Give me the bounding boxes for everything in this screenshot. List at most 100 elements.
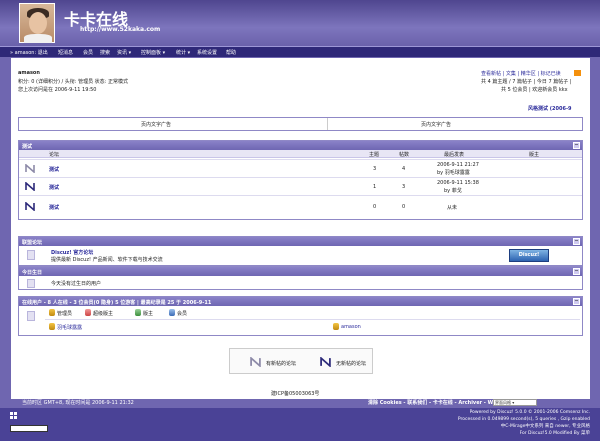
stat-badge[interactable] [10,425,48,432]
alliance-link-desc: 提供最新 Discuz! 产品新闻、软件下载与技术交流 [51,257,163,263]
member-stats: 共 5 位会员 | 欢迎新会员 kkx [501,87,568,93]
forum-name[interactable]: 测试 [49,166,59,173]
quick-links[interactable]: 查看新帖 | 文集 | 精华区 | 标记已读 [481,70,561,77]
forum-section: 测试 − 论坛 主题 帖数 最后发表 版主 测试 3 4 2006-9-11 2… [18,140,583,220]
moderator-icon [135,309,141,316]
nav-control-panel[interactable]: 控制面板 ▾ [141,49,165,56]
collapse-icon[interactable]: − [573,142,580,149]
collapse-icon[interactable]: − [573,238,580,245]
powered-line: For Discuz!5.0 Modified By 菜单 [519,431,590,436]
birthday-text: 今天没有过生日的用户 [51,281,102,287]
forum-posts: 4 [402,166,406,172]
nav-help[interactable]: 帮助 [226,49,236,56]
last-post-date[interactable]: 2006-9-11 15:38 [437,180,479,186]
no-new-posts-icon [320,357,331,367]
main-content: amason 积分: 0 (详细积分) / 头衔: 管理员 状态: 正常模式 您… [11,58,590,399]
birthday-section: 今日生日 − 今天没有过生日的用户 [18,266,583,290]
forum-topics: 0 [373,204,377,210]
forum-posts: 0 [402,204,406,210]
collapse-icon[interactable]: − [573,298,580,305]
nav-members[interactable]: 会员 [83,49,93,56]
last-post-date: 从未 [447,205,458,211]
alliance-link-name[interactable]: Discuz! 官方论坛 [51,249,93,256]
forum-row: 测试 3 4 2006-9-11 21:27 by 羽毛球露露 [19,159,582,176]
forum-name[interactable]: 测试 [49,204,59,211]
last-visit: 您上次访问是在 2006-9-11 19:50 [18,87,97,93]
style-select-value: 界面风格 [495,400,511,405]
footer-links[interactable]: 清除 Cookies - 联系我们 - 卡卡在线 - Archiver - WA… [368,399,500,406]
nav-search[interactable]: 搜索 [100,49,110,56]
legend-admin: 管理员 [57,311,73,317]
board-stats: 共 4 篇主题 / 7 篇帖子 | 今日 7 篇帖子 | [481,79,572,85]
announcement[interactable]: 风格测试 (2006-9 [528,105,572,112]
last-post-date[interactable]: 2006-9-11 21:27 [437,162,479,168]
collapse-icon[interactable]: − [573,268,580,275]
links-section: 联盟论坛 − Discuz! 官方论坛 提供最新 Discuz! 产品新闻、软件… [18,236,583,266]
legend-nonew: 无新帖的论坛 [336,361,367,367]
new-posts-icon [25,202,35,211]
new-posts-icon [25,182,35,191]
forum-topics: 1 [373,184,377,190]
forum-legend: 有新帖的论坛 无新帖的论坛 [229,348,373,374]
discuz-small-logo [10,412,24,422]
ad-right[interactable]: 页内文字广告 [421,121,451,128]
ad-bar: 页内文字广告 页内文字广告 [18,117,583,131]
nav-logout[interactable]: » amason: 退出 [10,49,48,56]
powered-line[interactable]: Powered by Discuz! 5.0.0 © 2001-2006 Com… [370,409,590,416]
col-last-post: 最后发表 [444,152,465,158]
footer-time: 当前时区 GMT+8, 现在时间是 2006-9-11 21:32 [22,400,134,406]
powered-by: Powered by Discuz! 5.0.0 © 2001-2006 Com… [370,409,590,437]
col-posts: 帖数 [399,152,410,158]
no-new-posts-icon [25,164,35,173]
nav-stats[interactable]: 统计 ▾ [176,49,190,56]
col-forum: 论坛 [49,152,60,158]
online-section-title: 在线用户 - 8 人在线 - 3 位会员(0 隐身) 5 位游客 | 最高纪录是… [22,300,212,306]
cake-icon [27,279,35,288]
legend-new: 有新帖的论坛 [266,361,297,367]
legend-super-moderator: 超级版主 [93,311,114,317]
online-section-header: 在线用户 - 8 人在线 - 3 位会员(0 隐身) 5 位游客 | 最高纪录是… [19,297,582,306]
forum-name[interactable]: 测试 [49,184,59,191]
member-icon [169,309,175,316]
forum-row: 测试 0 0 从未 [19,195,582,215]
forum-column-header: 论坛 主题 帖数 最后发表 版主 [19,150,582,158]
nav-settings[interactable]: 系统设置 [197,49,217,56]
col-moderator: 版主 [529,152,540,158]
user-avatar-icon [49,323,55,330]
legend-member: 会员 [177,311,188,317]
online-user[interactable]: amason [341,324,361,330]
forum-row: 测试 1 3 2006-9-11 15:38 by 菲戈 [19,177,582,194]
legend-moderator: 版主 [143,311,154,317]
discuz-logo[interactable]: Discuz! [509,249,549,262]
nav-messages[interactable]: 短消息 [58,49,73,56]
site-url[interactable]: http://www.52kaka.com [80,26,160,33]
user-avatar-icon [333,323,339,330]
icp-number[interactable]: 建ICP备05003063号 [271,390,319,397]
birthday-section-header: 今日生日 − [19,267,582,276]
page-icon [27,250,35,260]
admin-icon [49,309,55,316]
site-logo-avatar [19,3,55,43]
powered-line[interactable]: 中C-Mirage中文系列 来自 newer, 专业风格 [370,423,590,430]
user-info: 积分: 0 (详细积分) / 头衔: 管理员 状态: 正常模式 [18,79,128,85]
last-post-by[interactable]: by 菲戈 [444,187,462,194]
main-nav: » amason: 退出 短消息 会员 搜索 资讯 ▾ 控制面板 ▾ 统计 ▾ … [0,46,600,57]
forum-topics: 3 [373,166,377,172]
forum-section-header: 测试 − [19,141,582,150]
birthday-section-title: 今日生日 [22,270,43,276]
links-section-header: 联盟论坛 − [19,237,582,246]
online-user[interactable]: 羽毛球露露 [57,324,82,331]
forum-posts: 3 [402,184,406,190]
links-section-title: 联盟论坛 [22,240,43,246]
ad-left[interactable]: 页内文字广告 [141,121,171,128]
super-moderator-icon [85,309,91,316]
last-post-by[interactable]: by 羽毛球露露 [437,169,470,176]
online-icon [27,311,35,321]
rss-icon[interactable] [574,70,581,76]
style-select[interactable]: 界面风格 ▾ [493,399,537,406]
nav-news[interactable]: 资讯 ▾ [117,49,131,56]
col-topics: 主题 [369,152,380,158]
username[interactable]: amason [18,70,40,76]
new-posts-icon [250,357,261,367]
online-section: 在线用户 - 8 人在线 - 3 位会员(0 隐身) 5 位游客 | 最高纪录是… [18,296,583,336]
